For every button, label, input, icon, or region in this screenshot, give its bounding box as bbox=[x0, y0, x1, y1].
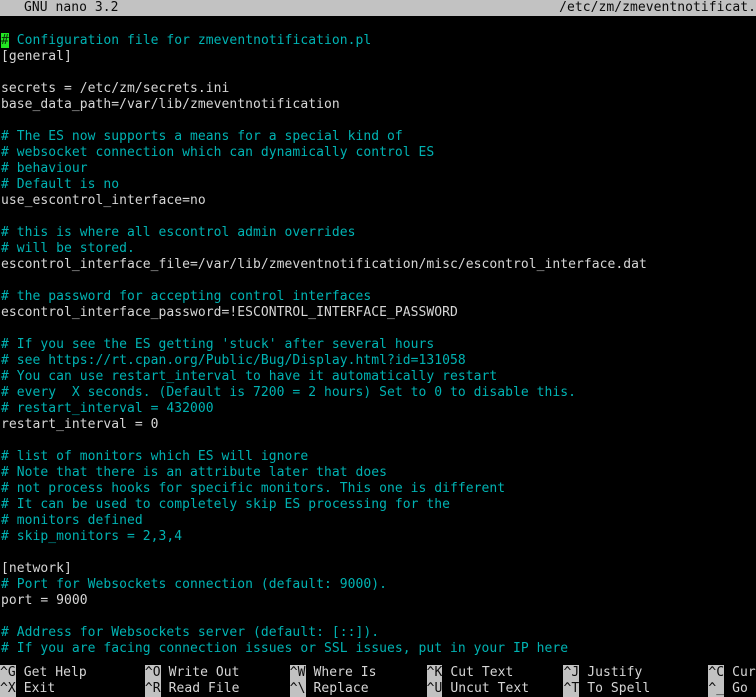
shortcut-label: Write Out bbox=[168, 665, 240, 680]
shortcut-key-badge: ^J bbox=[563, 665, 580, 681]
title-bar-gap bbox=[0, 16, 756, 33]
editor-line: # the password for accepting control int… bbox=[1, 289, 372, 304]
open-file-path: /etc/zm/zmeventnotificat. bbox=[559, 0, 756, 15]
editor-line: # websocket connection which can dynamic… bbox=[1, 145, 435, 160]
shortcut-label: Get Help bbox=[23, 665, 87, 680]
shortcut-key-badge: ^K bbox=[426, 665, 443, 681]
shortcut-key-badge: ^C bbox=[708, 665, 725, 681]
shortcut-key-badge: ^R bbox=[144, 681, 161, 697]
shortcut-cur-pos[interactable]: ^C Cur Pos bbox=[708, 665, 756, 681]
editor-line: # You can use restart_interval to have i… bbox=[1, 369, 498, 384]
editor-line: # skip_monitors = 2,3,4 bbox=[1, 529, 183, 544]
shortcut-justify[interactable]: ^J Justify bbox=[563, 665, 708, 681]
shortcut-to-spell[interactable]: ^T To Spell bbox=[563, 681, 708, 697]
shortcut-label: Exit bbox=[23, 681, 56, 696]
shortcut-label: Cut Text bbox=[450, 665, 514, 680]
editor-line: # restart_interval = 432000 bbox=[1, 401, 214, 416]
editor-line: restart_interval = 0 bbox=[1, 417, 159, 432]
shortcut-label: Read File bbox=[168, 681, 240, 696]
text-cursor: # bbox=[1, 33, 9, 48]
shortcut-cut-text[interactable]: ^K Cut Text bbox=[426, 665, 564, 681]
shortcut-label: To Spell bbox=[587, 681, 651, 696]
shortcut-key-badge: ^T bbox=[563, 681, 580, 697]
editor-line: # not process hooks for specific monitor… bbox=[1, 481, 506, 496]
shortcut-label: Where Is bbox=[313, 665, 377, 680]
editor-line: # see https://rt.cpan.org/Public/Bug/Dis… bbox=[1, 353, 466, 368]
shortcut-key-badge: ^O bbox=[144, 665, 161, 681]
editor-line: # will be stored. bbox=[1, 241, 135, 256]
editor-line: # list of monitors which ES will ignore bbox=[1, 449, 309, 464]
editor-line: # Port for Websockets connection (defaul… bbox=[1, 577, 387, 592]
shortcut-where-is[interactable]: ^W Where Is bbox=[289, 665, 427, 681]
shortcut-key-badge: ^G bbox=[0, 665, 16, 681]
editor-line: [network] bbox=[1, 561, 72, 576]
editor-line: # Address for Websockets server (default… bbox=[1, 625, 380, 640]
editor-line: # It can be used to completely skip ES p… bbox=[1, 497, 450, 512]
editor-line: [general] bbox=[1, 49, 72, 64]
shortcut-row-secondary: ^X Exit ^R Read File ^\ Replace ^U Uncut Text ^T… bbox=[0, 681, 756, 697]
editor-text-area[interactable]: # Configuration file for zmeventnotifica… bbox=[0, 33, 756, 665]
editor-line-text: Configuration file for zmeventnotificati… bbox=[8, 33, 372, 48]
editor-line: escontrol_interface_file=/var/lib/zmeven… bbox=[1, 257, 647, 272]
editor-line: # monitors defined bbox=[1, 513, 143, 528]
shortcut-label: Uncut Text bbox=[450, 681, 530, 696]
shortcut-label: Justify bbox=[587, 665, 643, 680]
editor-line: # Note that there is an attribute later … bbox=[1, 465, 387, 480]
shortcut-key-badge: ^U bbox=[426, 681, 443, 697]
editor-line: # every X seconds. (Default is 7200 = 2 … bbox=[1, 385, 576, 400]
shortcut-get-help[interactable]: ^G Get Help bbox=[0, 665, 145, 681]
editor-line: # this is where all escontrol admin over… bbox=[1, 225, 356, 240]
shortcut-exit[interactable]: ^X Exit bbox=[0, 681, 145, 697]
shortcut-row-primary: ^G Get Help ^O Write Out ^W Where Is ^K Cut Tex… bbox=[0, 665, 756, 681]
shortcut-key-badge: ^W bbox=[289, 665, 306, 681]
shortcut-bar: ^G Get Help ^O Write Out ^W Where Is ^K Cut Tex… bbox=[0, 665, 756, 697]
editor-line: base_data_path=/var/lib/zmeventnotificat… bbox=[1, 97, 340, 112]
shortcut-write-out[interactable]: ^O Write Out bbox=[144, 665, 290, 681]
shortcut-replace[interactable]: ^\ Replace bbox=[289, 681, 427, 697]
editor-line: escontrol_interface_password=!ESCONTROL_… bbox=[1, 305, 458, 320]
shortcut-uncut-text[interactable]: ^U Uncut Text bbox=[426, 681, 564, 697]
editor-line: secrets = /etc/zm/secrets.ini bbox=[1, 81, 230, 96]
shortcut-label: Replace bbox=[313, 681, 369, 696]
title-bar: GNU nano 3.2 /etc/zm/zmeventnotificat. bbox=[0, 0, 756, 16]
editor-line: # If you are facing connection issues or… bbox=[1, 641, 569, 656]
shortcut-read-file[interactable]: ^R Read File bbox=[144, 681, 290, 697]
editor-line: # The ES now supports a means for a spec… bbox=[1, 129, 403, 144]
shortcut-go-to-line[interactable]: ^_ Go To Line bbox=[708, 681, 756, 697]
shortcut-label: Go To Line bbox=[732, 681, 756, 696]
editor-line: port = 9000 bbox=[1, 593, 88, 608]
shortcut-key-badge: ^\ bbox=[289, 681, 306, 697]
editor-line: # behaviour bbox=[1, 161, 88, 176]
editor-line: # If you see the ES getting 'stuck' afte… bbox=[1, 337, 435, 352]
shortcut-key-badge: ^_ bbox=[708, 681, 725, 697]
editor-line: # Configuration file for zmeventnotifica… bbox=[0, 33, 756, 49]
shortcut-key-badge: ^X bbox=[0, 681, 16, 697]
editor-line: # Default is no bbox=[1, 177, 120, 192]
nano-terminal-screen: GNU nano 3.2 /etc/zm/zmeventnotificat. #… bbox=[0, 0, 756, 697]
shortcut-label: Cur Pos bbox=[732, 665, 756, 680]
editor-line: use_escontrol_interface=no bbox=[1, 193, 206, 208]
nano-version-label: GNU nano 3.2 bbox=[24, 0, 119, 15]
